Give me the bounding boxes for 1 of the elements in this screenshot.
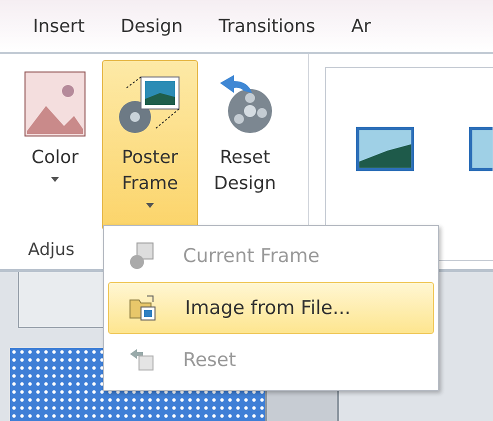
group-label: Adjus: [28, 240, 74, 260]
